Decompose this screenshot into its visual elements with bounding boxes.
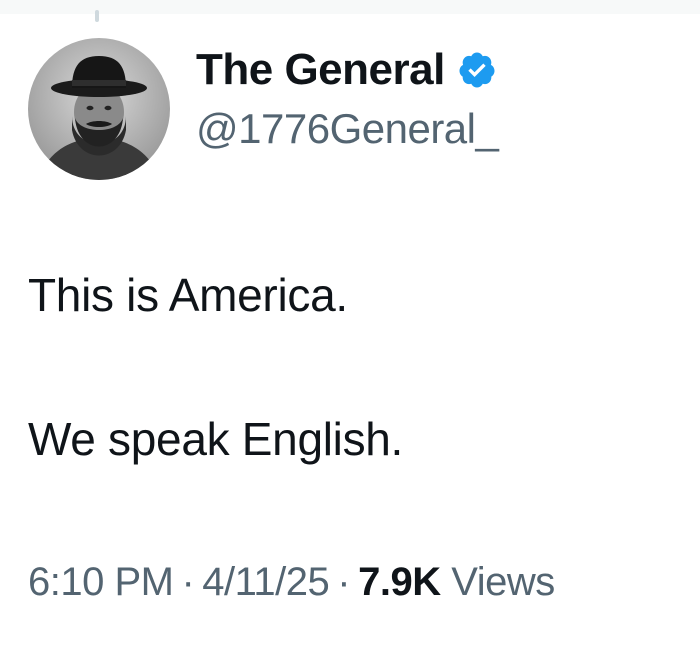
tweet-meta: 6:10 PM · 4/11/25 · 7.9K Views: [28, 558, 555, 606]
top-strip: [0, 0, 700, 14]
views-label: Views: [451, 560, 555, 604]
tweet-header: The General @1776General_: [28, 38, 499, 180]
author-info: The General @1776General_: [196, 45, 499, 153]
tweet-date[interactable]: 4/11/25: [202, 560, 330, 604]
avatar-photo-icon: [28, 38, 170, 180]
separator-dot: ·: [337, 560, 351, 604]
tweet-text-line-1: This is America.: [28, 269, 348, 321]
user-handle[interactable]: @1776General_: [196, 105, 499, 153]
tweet-text-line-2: We speak English.: [28, 413, 404, 465]
tweet-time[interactable]: 6:10 PM: [28, 560, 174, 604]
scroll-indicator: [95, 10, 99, 22]
display-name[interactable]: The General: [196, 45, 445, 95]
verified-badge-icon[interactable]: [457, 50, 497, 90]
avatar[interactable]: [28, 38, 170, 180]
separator-dot: ·: [181, 560, 195, 604]
views-count[interactable]: 7.9K: [358, 560, 441, 604]
name-row: The General: [196, 45, 498, 95]
